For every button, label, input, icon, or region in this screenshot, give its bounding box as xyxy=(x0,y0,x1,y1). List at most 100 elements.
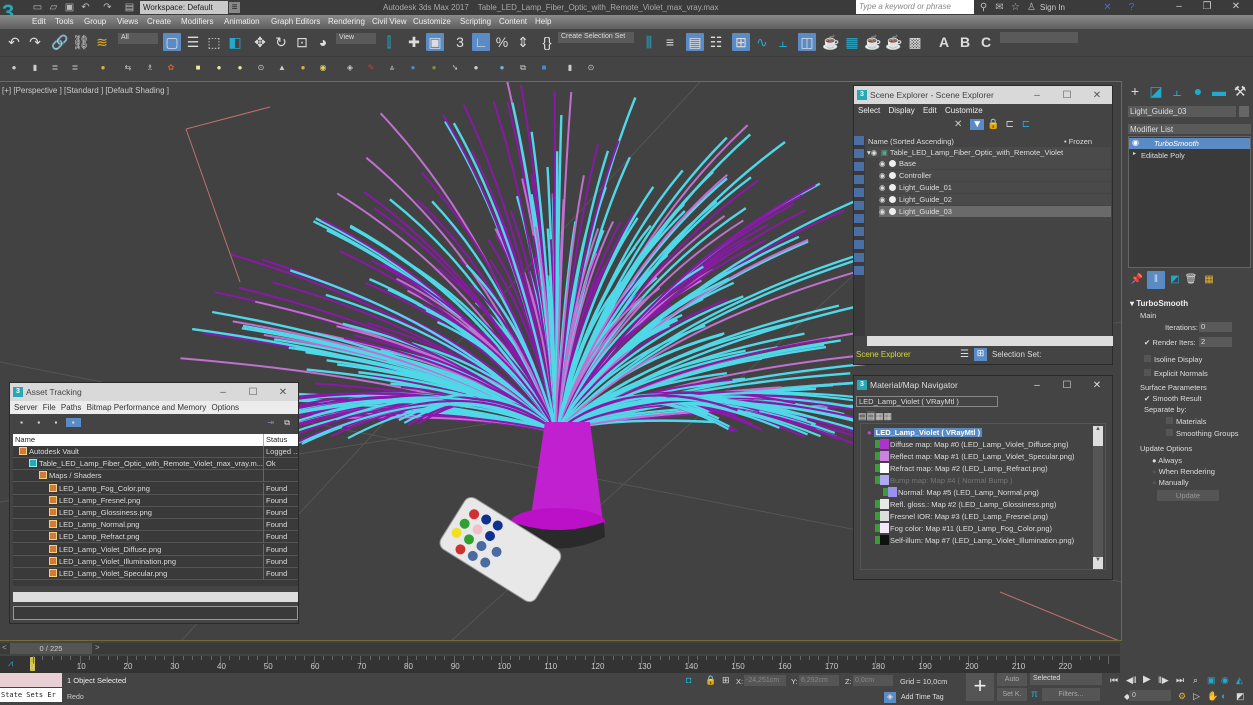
minimize-button[interactable]: – xyxy=(1022,87,1052,105)
named-selection-dropdown[interactable]: Create Selection Set xyxy=(558,32,634,43)
go-to-end-icon[interactable]: ⏭ xyxy=(1176,675,1184,686)
asset-row[interactable]: LED_Lamp_Violet_Specular.png Found xyxy=(13,568,298,580)
small-icons-view-icon[interactable]: ▦ xyxy=(875,411,884,421)
eye-icon[interactable]: ◉ xyxy=(879,170,889,181)
restore-button[interactable]: ❐ xyxy=(1193,0,1221,14)
isolate-selection-icon[interactable]: ◘ xyxy=(686,675,691,685)
selection-lock-icon[interactable]: 🔒 xyxy=(705,675,716,686)
close-button[interactable]: ✕ xyxy=(1222,0,1250,14)
ies-light-icon[interactable]: ⊙ xyxy=(256,63,266,73)
list-view-icon[interactable]: ▪ xyxy=(14,418,29,427)
iterations-spinner[interactable]: 0 xyxy=(1199,322,1232,332)
render-setup-icon[interactable]: ☕ xyxy=(822,33,840,51)
help-icon[interactable]: ? xyxy=(1126,2,1137,13)
rect-selection-icon[interactable]: ⬚ xyxy=(205,33,223,51)
x-coord-field[interactable]: -24,251cm xyxy=(744,675,786,686)
minimize-button[interactable]: – xyxy=(1022,377,1052,395)
menu-create[interactable]: Create xyxy=(147,16,171,28)
user-icon[interactable]: ♙ xyxy=(1026,2,1037,13)
zoom-icon[interactable]: ⌕ xyxy=(1193,675,1198,686)
toolbar-extra-dropdown[interactable] xyxy=(1000,32,1078,43)
track-bar[interactable]: ⩘ 0 10 20 30 40 50 60 70 80 90 100 110 120 130 140 150 1… xyxy=(0,656,1120,673)
expand-arrow-icon[interactable]: ▸ xyxy=(1133,150,1136,157)
biped-icon[interactable]: ♗ xyxy=(145,63,155,73)
explicit-normals-checkbox[interactable]: Explicit Normals xyxy=(1144,369,1208,378)
exchange-icon[interactable]: ✕ xyxy=(1102,2,1113,13)
set-key-button[interactable]: Set K. xyxy=(997,688,1027,701)
menu-customize[interactable]: Customize xyxy=(413,16,451,28)
material-navigator-titlebar[interactable]: 3 Material/Map Navigator – ☐ ✕ xyxy=(854,376,1112,394)
redo-icon[interactable]: ↷ xyxy=(26,33,44,51)
toolbar-a-icon[interactable]: A xyxy=(935,33,953,51)
lock-icon[interactable]: 🔒 xyxy=(986,119,1000,130)
set-key-big-button[interactable]: + xyxy=(966,673,994,701)
list-view-icon[interactable]: ▤ xyxy=(858,411,867,421)
zoom-extents-icon[interactable]: ◉ xyxy=(1221,675,1229,686)
select-object-icon[interactable]: ▢ xyxy=(163,33,181,51)
tree-row-light-guide-01[interactable]: ◉ Light_Guide_01 xyxy=(879,182,1111,193)
configure-sets-icon[interactable]: ▦ xyxy=(1200,271,1218,289)
menu-animation[interactable]: Animation xyxy=(224,16,260,28)
settings-round-icon[interactable]: ⊙ xyxy=(586,63,596,73)
tree-row-controller[interactable]: ◉ Controller xyxy=(879,170,1111,181)
large-icons-view-icon[interactable]: ▦ xyxy=(884,411,893,421)
col-name-header[interactable]: Name xyxy=(13,435,35,444)
asset-row[interactable]: Maps / Shaders xyxy=(13,470,298,483)
maximize-button[interactable]: ☐ xyxy=(1052,87,1082,105)
tree-row-root[interactable]: ▾◉ ▣ Table_LED_Lamp_Fiber_Optic_with_Remo… xyxy=(867,147,1111,158)
asset-tracking-titlebar[interactable]: 3 Asset Tracking – ☐ ✕ xyxy=(10,383,298,401)
table-view-icon[interactable]: ▪ xyxy=(48,418,63,427)
tree-view-icon[interactable]: ▪ xyxy=(31,418,46,427)
binoculars-icon[interactable]: ⚲ xyxy=(978,2,989,13)
hierarchy-tab-icon[interactable]: ⫠ xyxy=(1168,82,1186,100)
maxscript-listener-white[interactable]: State Sets Er xyxy=(0,688,62,702)
dome-light-icon[interactable]: ● xyxy=(214,63,224,73)
asset-row[interactable]: LED_Lamp_Glossiness.png Found xyxy=(13,507,298,519)
map-row[interactable]: Refract map: Map #2 (LED_Lamp_Refract.pn… xyxy=(875,463,1048,475)
update-when-rendering-radio[interactable]: ● When Rendering xyxy=(1152,467,1215,476)
hierarchy-icon[interactable]: ⊏ xyxy=(1003,119,1017,130)
menu-content[interactable]: Content xyxy=(499,16,527,28)
menu-rendering[interactable]: Rendering xyxy=(328,16,365,28)
scene-explorer-toggle-icon[interactable]: ▤ xyxy=(686,33,704,51)
clear-filter-icon[interactable]: ✕ xyxy=(954,119,968,130)
menu-paths[interactable]: Paths xyxy=(61,403,81,412)
undo-icon[interactable]: ↶ xyxy=(80,2,91,13)
frame-buffer-icon[interactable]: ▮ xyxy=(565,63,575,73)
scroll-up-button[interactable]: ▲ xyxy=(1093,426,1103,446)
menu-edit[interactable]: Edit xyxy=(923,106,937,115)
select-by-name-icon[interactable]: ☰ xyxy=(184,33,202,51)
menu-modifiers[interactable]: Modifiers xyxy=(181,16,213,28)
move-icon[interactable]: ✥ xyxy=(251,33,269,51)
displacement-icon[interactable]: ● xyxy=(429,63,439,73)
maximize-button[interactable]: ☐ xyxy=(1052,377,1082,395)
open-file-icon[interactable]: ▱ xyxy=(48,2,59,13)
material-root-row[interactable]: ● LED_Lamp_Violet ( VRayMtl ) xyxy=(867,427,983,439)
new-file-icon[interactable]: ▭ xyxy=(32,2,43,13)
material-editor-icon[interactable]: ◫ xyxy=(798,33,816,51)
time-config-icon[interactable]: ⚙ xyxy=(1178,691,1186,702)
plane-icon[interactable]: ⩓ xyxy=(387,63,397,73)
ambient-light-icon[interactable]: ◉ xyxy=(318,63,328,73)
material-tree-scrollbar[interactable]: ▲ ▼ xyxy=(1093,426,1103,569)
percent-snap-icon[interactable]: % xyxy=(493,33,511,51)
link-icon[interactable]: 🔗 xyxy=(51,33,69,51)
map-row[interactable]: Diffuse map: Map #0 (LED_Lamp_Violet_Dif… xyxy=(875,439,1068,451)
arrows-icon[interactable]: ⇆ xyxy=(123,63,133,73)
menu-display[interactable]: Display xyxy=(888,106,914,115)
layer-icon[interactable]: ▮ xyxy=(30,63,40,73)
settings-icon[interactable]: ⧉ xyxy=(284,418,290,428)
asset-row[interactable]: LED_Lamp_Refract.png Found xyxy=(13,531,298,544)
object-name-field[interactable]: Light_Guide_03 xyxy=(1128,106,1236,117)
map-row[interactable]: Fresnel IOR: Map #3 (LED_Lamp_Fresnel.pn… xyxy=(875,511,1048,523)
spinner-snap-icon[interactable]: ⇕ xyxy=(514,33,532,51)
motion-tab-icon[interactable]: ● xyxy=(1189,82,1207,100)
snaps-toggle-icon[interactable]: 3 xyxy=(451,33,469,51)
minimize-button[interactable]: – xyxy=(1165,0,1193,14)
bind-space-warp-icon[interactable]: ≋ xyxy=(93,33,111,51)
map-row[interactable]: Fog color: Map #11 (LED_Lamp_Fog_Color.p… xyxy=(875,523,1052,535)
object-color-swatch[interactable] xyxy=(1239,106,1249,117)
render-in-cloud-icon[interactable]: ▩ xyxy=(906,33,924,51)
menu-file[interactable]: File xyxy=(43,403,56,412)
pan-icon[interactable]: ✋ xyxy=(1207,691,1218,702)
